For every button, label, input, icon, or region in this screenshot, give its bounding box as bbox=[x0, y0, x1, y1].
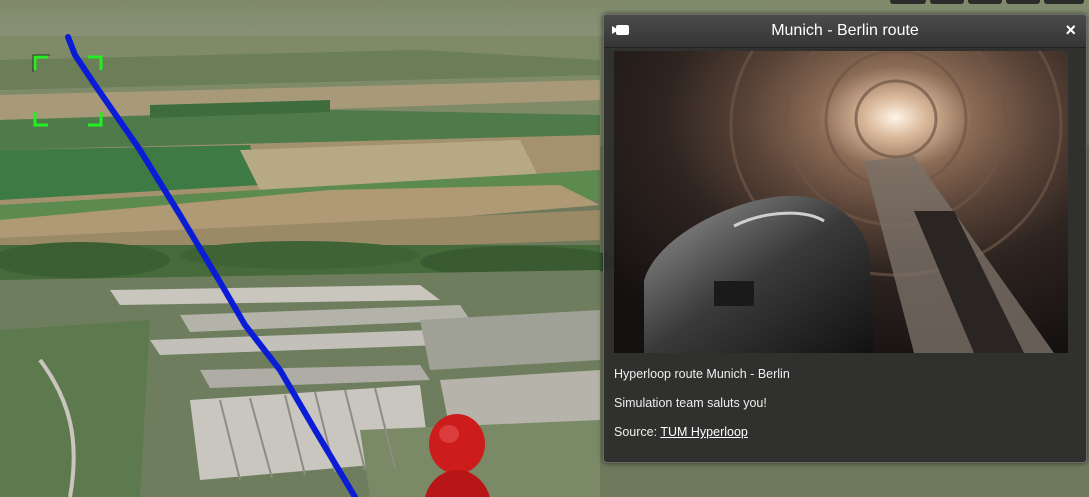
popup-description-title: Hyperloop route Munich - Berlin bbox=[614, 367, 790, 381]
info-popup: Munich - Berlin route × Hyperloop route … bbox=[603, 14, 1087, 463]
source-label: Source: bbox=[614, 425, 658, 439]
hyperloop-image bbox=[614, 51, 1068, 353]
source-link[interactable]: TUM Hyperloop bbox=[660, 425, 748, 439]
close-icon[interactable]: × bbox=[1065, 20, 1076, 40]
popup-title: Munich - Berlin route bbox=[771, 22, 919, 39]
popup-description-text: Simulation team saluts you! bbox=[614, 396, 767, 410]
popup-header: Munich - Berlin route × bbox=[604, 15, 1086, 48]
popup-source: Source: TUM Hyperloop bbox=[614, 425, 748, 439]
